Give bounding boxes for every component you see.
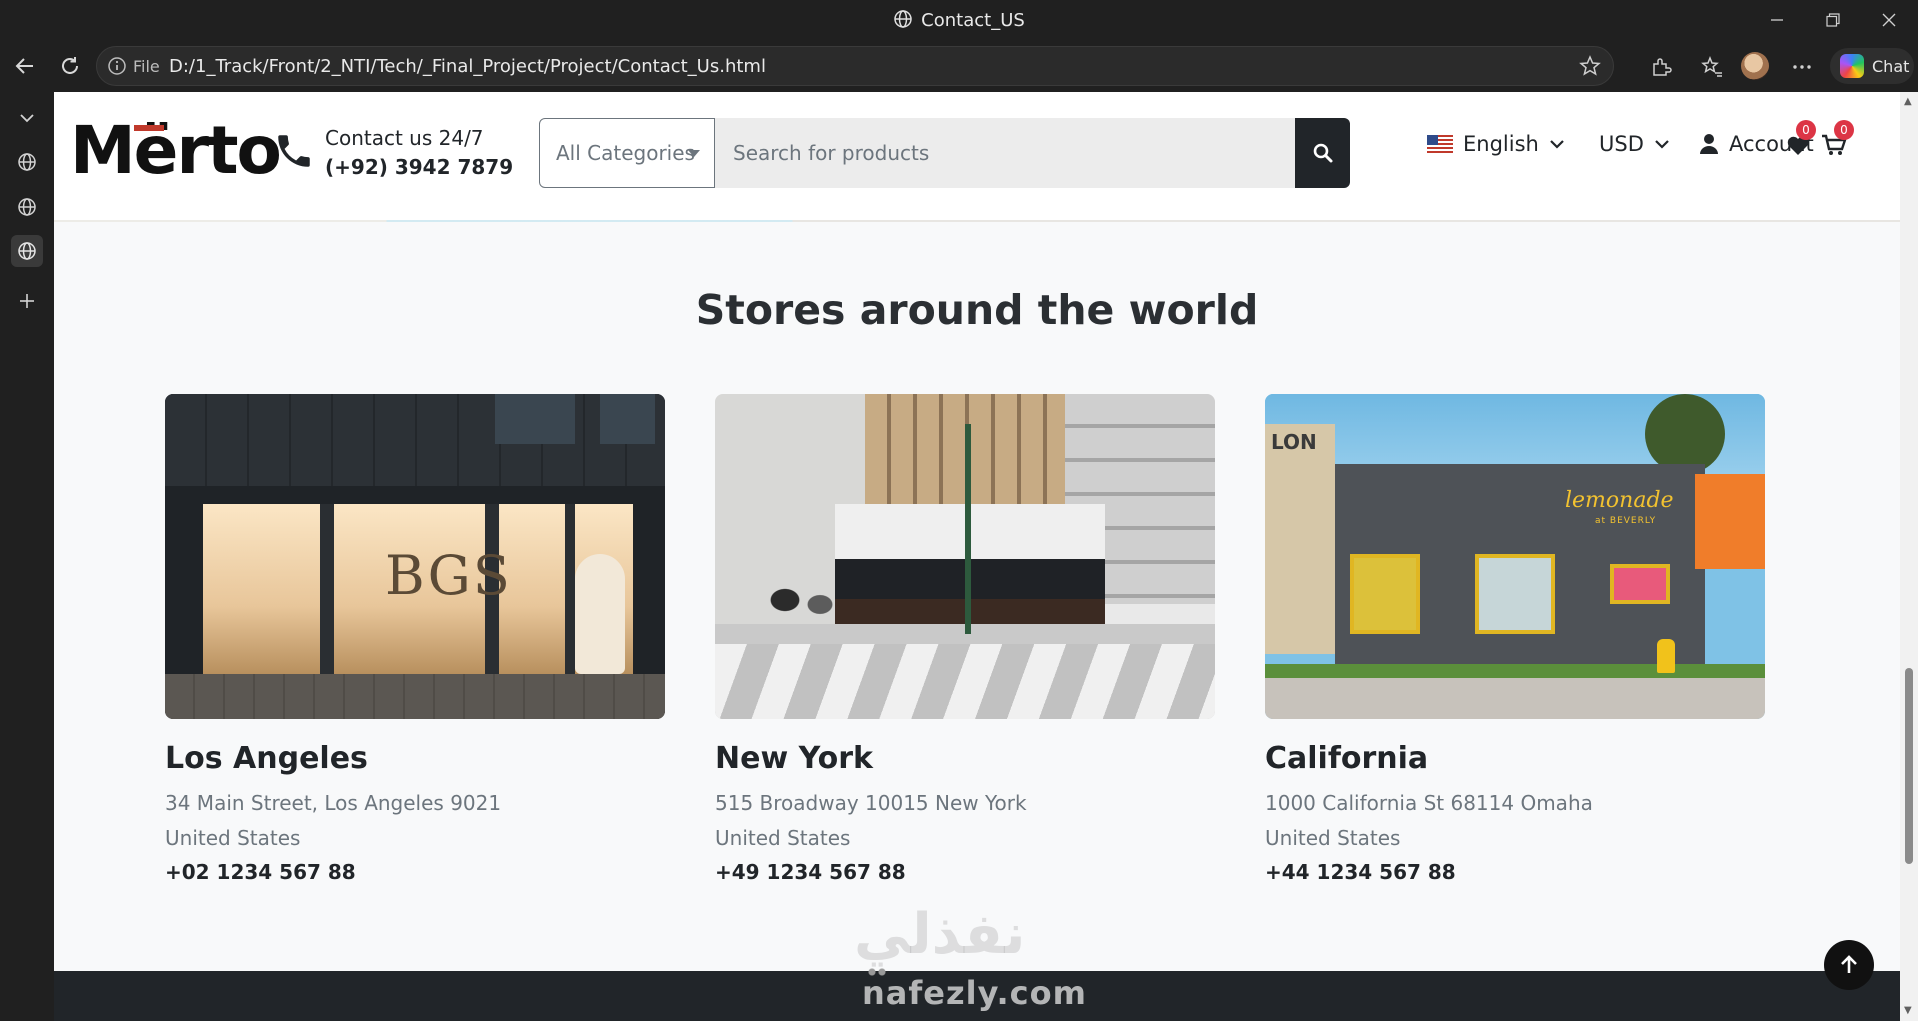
store-address: 34 Main Street, Los Angeles 9021 — [165, 791, 502, 815]
phone-icon — [273, 130, 315, 176]
store-image-los-angeles: BGS — [165, 394, 665, 719]
favorite-star-icon[interactable] — [1579, 55, 1601, 81]
page-scrollbar[interactable]: ▲ ▼ — [1900, 92, 1918, 1021]
watermark-arabic: نفذلي — [854, 902, 1026, 967]
site-header: Mërto Contact us 24/7 (+92) 3942 7879 Al… — [54, 92, 1900, 220]
tab-globe-icon-active[interactable] — [11, 235, 43, 267]
site-info-icon[interactable] — [107, 56, 127, 80]
store-city: Los Angeles — [165, 741, 368, 776]
caret-down-icon — [688, 150, 700, 157]
us-flag-icon — [1427, 135, 1453, 153]
arrow-up-icon — [1841, 955, 1857, 973]
browser-title-bar: Contact_US — [0, 0, 1918, 40]
copilot-icon — [1840, 54, 1864, 78]
contact-phone[interactable]: (+92) 3942 7879 — [325, 155, 513, 179]
back-button[interactable] — [9, 50, 41, 82]
store-card-los-angeles: BGS Los Angeles 34 Main Street, Los Ange… — [165, 394, 665, 884]
site-logo[interactable]: Mërto — [70, 112, 282, 189]
reload-button[interactable] — [54, 50, 86, 82]
vertical-tabs-strip — [0, 92, 54, 1021]
minimize-button[interactable] — [1754, 6, 1800, 34]
store-country: United States — [715, 826, 851, 850]
category-select[interactable]: All Categories — [539, 118, 715, 188]
page-viewport: Mërto Contact us 24/7 (+92) 3942 7879 Al… — [54, 92, 1900, 1021]
product-search: All Categories — [539, 118, 1350, 188]
store-country: United States — [165, 826, 301, 850]
user-icon — [1700, 134, 1718, 154]
watermark-latin: nafezly.com — [862, 974, 1087, 1012]
close-window-button[interactable] — [1866, 6, 1912, 34]
chevron-down-icon — [1655, 140, 1669, 149]
chevron-down-icon — [1550, 140, 1564, 149]
store-city: California — [1265, 741, 1429, 776]
url-scheme-label: File — [133, 57, 160, 76]
profile-avatar[interactable] — [1741, 52, 1769, 80]
restore-button[interactable] — [1810, 6, 1856, 34]
store-phone[interactable]: +44 1234 567 88 — [1265, 860, 1765, 884]
search-icon — [1313, 143, 1332, 163]
language-label: English — [1463, 132, 1539, 156]
address-toolbar: File D:/1_Track/Front/2_NTI/Tech/_Final_… — [0, 40, 1918, 92]
wishlist-count-badge: 0 — [1796, 120, 1816, 140]
stores-section-title: Stores around the world — [695, 286, 1259, 334]
more-options-icon[interactable] — [1787, 52, 1817, 82]
favorites-icon[interactable] — [1697, 52, 1727, 82]
extensions-icon[interactable] — [1646, 52, 1676, 82]
store-card-new-york: New York 515 Broadway 10015 New York Uni… — [715, 394, 1215, 884]
contact-label: Contact us 24/7 — [325, 126, 484, 150]
chat-label: Chat — [1872, 56, 1910, 76]
store-address: 1000 California St 68114 Omaha — [1265, 791, 1593, 815]
currency-label: USD — [1599, 132, 1644, 156]
store-city: New York — [715, 741, 873, 776]
address-bar[interactable]: File D:/1_Track/Front/2_NTI/Tech/_Final_… — [96, 46, 1614, 86]
category-select-value: All Categories — [556, 141, 695, 165]
new-tab-icon[interactable] — [11, 285, 43, 317]
search-input[interactable] — [715, 118, 1295, 188]
store-address: 515 Broadway 10015 New York — [715, 791, 1027, 815]
window-title: Contact_US — [0, 9, 1918, 34]
tab-globe-icon-2[interactable] — [11, 191, 43, 223]
scroll-up-arrow-icon[interactable]: ▲ — [1904, 96, 1914, 107]
tab-globe-icon-1[interactable] — [11, 146, 43, 178]
store-image-california: LON lemonade at BEVERLY — [1265, 394, 1765, 719]
cart-button[interactable]: 0 — [1821, 120, 1854, 160]
back-to-top-button[interactable] — [1824, 940, 1874, 990]
currency-dropdown[interactable]: USD — [1599, 128, 1670, 160]
cart-count-badge: 0 — [1834, 120, 1854, 140]
store-phone[interactable]: +02 1234 567 88 — [165, 860, 665, 884]
store-sign: BGS — [385, 544, 512, 607]
scroll-down-arrow-icon[interactable]: ▼ — [1904, 1005, 1914, 1016]
search-button[interactable] — [1295, 118, 1350, 188]
collapse-tabs-icon[interactable] — [11, 102, 43, 134]
wishlist-button[interactable]: 0 — [1786, 120, 1816, 160]
store-image-new-york — [715, 394, 1215, 719]
logo-accent — [134, 125, 164, 131]
scrollbar-thumb[interactable] — [1905, 668, 1913, 864]
globe-icon — [893, 9, 913, 34]
store-sign-sub: at BEVERLY — [1595, 516, 1657, 526]
window-title-text: Contact_US — [921, 10, 1025, 31]
language-dropdown[interactable]: English — [1427, 128, 1565, 160]
store-country: United States — [1265, 826, 1401, 850]
store-card-california: LON lemonade at BEVERLY California 1000 … — [1265, 394, 1765, 884]
url-text[interactable]: D:/1_Track/Front/2_NTI/Tech/_Final_Proje… — [169, 56, 766, 77]
building-sign: LON — [1271, 430, 1317, 454]
store-phone[interactable]: +49 1234 567 88 — [715, 860, 1215, 884]
store-sign: lemonade — [1565, 488, 1674, 513]
copilot-chat-button[interactable]: Chat — [1830, 48, 1914, 84]
